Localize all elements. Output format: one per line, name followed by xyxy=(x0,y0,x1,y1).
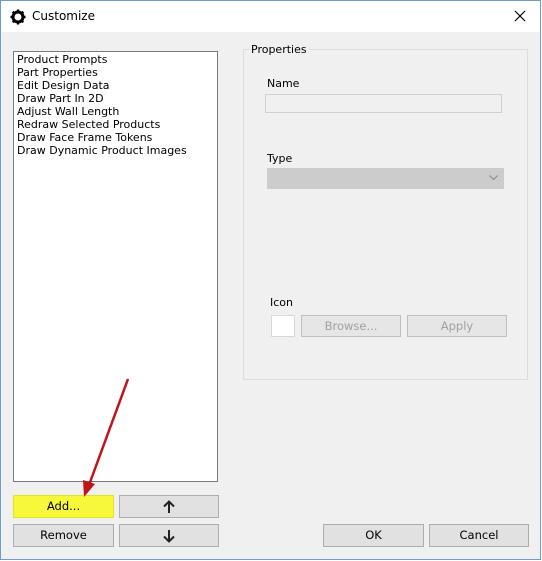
add-button[interactable]: Add... xyxy=(13,495,114,518)
name-field[interactable] xyxy=(265,94,502,113)
move-down-button[interactable] xyxy=(119,524,219,547)
type-select[interactable] xyxy=(267,168,504,189)
list-item-draw-dynamic-product-images[interactable]: Draw Dynamic Product Images xyxy=(17,144,214,157)
window-title: Customize xyxy=(32,9,95,23)
list-item-adjust-wall-length[interactable]: Adjust Wall Length xyxy=(17,105,214,118)
arrow-up-icon xyxy=(163,500,175,513)
commands-listbox[interactable]: Product Prompts Part Properties Edit Des… xyxy=(13,51,218,482)
icon-label: Icon xyxy=(270,296,293,309)
chevron-down-icon xyxy=(489,175,498,181)
list-item-product-prompts[interactable]: Product Prompts xyxy=(17,53,214,66)
list-item-edit-design-data[interactable]: Edit Design Data xyxy=(17,79,214,92)
add-button-label: Add... xyxy=(46,499,81,513)
list-item-draw-face-frame-tokens[interactable]: Draw Face Frame Tokens xyxy=(17,131,214,144)
cancel-button[interactable]: Cancel xyxy=(429,524,529,547)
move-up-button[interactable] xyxy=(119,495,219,518)
close-icon xyxy=(514,10,526,22)
list-item-part-properties[interactable]: Part Properties xyxy=(17,66,214,79)
arrow-down-icon xyxy=(163,530,175,543)
apply-button-label: Apply xyxy=(440,319,474,333)
title-bar: Customize xyxy=(1,1,540,32)
name-label: Name xyxy=(267,77,300,90)
ok-button[interactable]: OK xyxy=(323,524,424,547)
list-item-draw-part-in-2d[interactable]: Draw Part In 2D xyxy=(17,92,214,105)
browse-button-label: Browse... xyxy=(324,319,378,333)
ok-button-label: OK xyxy=(365,528,382,542)
browse-button[interactable]: Browse... xyxy=(301,315,401,337)
remove-button-label: Remove xyxy=(40,528,87,542)
apply-button[interactable]: Apply xyxy=(407,315,507,337)
list-item-redraw-selected-products[interactable]: Redraw Selected Products xyxy=(17,118,214,131)
remove-button[interactable]: Remove xyxy=(13,524,114,547)
cancel-button-label: Cancel xyxy=(459,528,499,542)
type-label: Type xyxy=(267,152,293,165)
close-button[interactable] xyxy=(500,1,540,32)
gear-icon xyxy=(10,9,26,25)
properties-group-label: Properties xyxy=(249,43,309,56)
icon-preview xyxy=(271,315,295,337)
